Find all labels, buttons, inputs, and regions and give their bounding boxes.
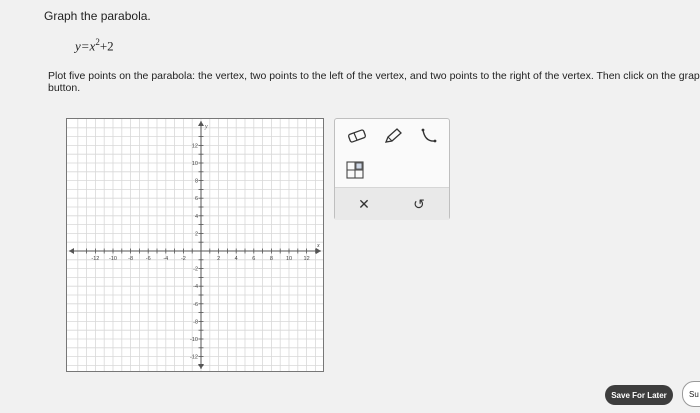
x-axis-arrow-left (69, 248, 74, 254)
y-axis-arrow-down (198, 364, 204, 369)
x-tick-label: 12 (304, 256, 310, 262)
x-axis-label: x (316, 243, 320, 249)
y-tick-label: 12 (192, 143, 198, 149)
x-tick-label: 2 (217, 256, 220, 262)
x-tick-label: -12 (91, 256, 99, 262)
grid-select-icon[interactable] (341, 159, 369, 181)
y-axis-arrow (198, 121, 204, 126)
x-tick-label: 8 (270, 256, 273, 262)
x-tick-label: 10 (286, 256, 292, 262)
y-tick-label: -6 (193, 302, 198, 308)
y-tick-label: -2 (193, 267, 198, 273)
y-axis-label: y (204, 124, 208, 130)
y-tick-label: 10 (192, 161, 198, 167)
equation-lhs: y=x (75, 38, 96, 54)
x-tick-label: -10 (109, 256, 117, 262)
x-tick-label: 6 (252, 256, 255, 262)
x-tick-label: -4 (163, 256, 168, 262)
y-tick-label: -8 (193, 319, 198, 325)
x-tick-label: -2 (181, 256, 186, 262)
undo-button[interactable]: ↺ (405, 192, 433, 216)
instructions: Plot five points on the parabola: the ve… (48, 70, 700, 94)
action-strip: ✕ ↺ (335, 187, 449, 220)
coordinate-grid[interactable]: -12 -10 -8 -6 -4 -2 2 4 6 8 10 12 12 10 8 6 4 2 -2 -4 -6 -8 -1… (67, 119, 323, 371)
equation: y=x2+2 (75, 37, 114, 54)
y-tick-label: 2 (195, 231, 198, 237)
parabola-tool-icon[interactable] (415, 125, 443, 147)
x-tick-label: -6 (146, 256, 151, 262)
pencil-icon[interactable] (379, 125, 407, 147)
x-tick-label: 4 (235, 256, 238, 262)
submit-button[interactable]: Su (682, 381, 700, 407)
y-tick-label: 6 (195, 196, 198, 202)
x-tick-label: -8 (128, 256, 133, 262)
graph-tool-panel: ✕ ↺ (334, 118, 450, 220)
clear-button[interactable]: ✕ (350, 192, 378, 216)
y-tick-label: -12 (190, 355, 198, 361)
equation-rhs: +2 (99, 38, 114, 54)
y-tick-label: -10 (190, 337, 198, 343)
y-tick-label: -4 (193, 284, 198, 290)
instructions-line-1: Plot five points on the parabola: the ve… (48, 70, 700, 82)
y-tick-label: 8 (195, 179, 198, 185)
save-for-later-button[interactable]: Save For Later (605, 385, 673, 405)
instructions-line-2: button. (48, 82, 81, 94)
graph-area[interactable]: -12 -10 -8 -6 -4 -2 2 4 6 8 10 12 12 10 8 6 4 2 -2 -4 -6 -8 -1… (66, 118, 324, 372)
question-title: Graph the parabola. (44, 9, 151, 23)
y-tick-label: 4 (195, 214, 198, 220)
eraser-icon[interactable] (343, 125, 371, 147)
